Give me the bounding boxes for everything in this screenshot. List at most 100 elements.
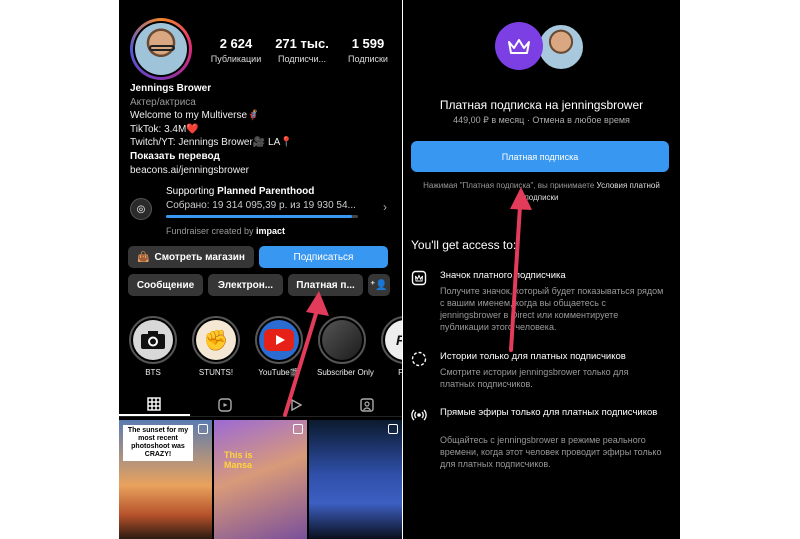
creator-avatar bbox=[537, 23, 585, 71]
fist-icon: ✊ bbox=[196, 320, 236, 360]
feature-description: Получите значок, который будет показыват… bbox=[440, 286, 664, 332]
posts-grid: The sunset for my most recent photoshoot… bbox=[119, 420, 402, 539]
stat-following[interactable]: 1 599 Подписки bbox=[335, 36, 401, 64]
tab-tagged[interactable] bbox=[331, 393, 402, 416]
reel-icon bbox=[388, 424, 398, 434]
paid-subscribe-button[interactable]: Платная подписка bbox=[411, 141, 669, 172]
reels-icon bbox=[218, 397, 232, 412]
stat-followers-count: 271 тыс. bbox=[275, 36, 329, 51]
post-thumbnail[interactable]: This is Mansa bbox=[214, 420, 307, 539]
view-shop-label: Смотреть магазин bbox=[154, 251, 245, 263]
highlight-youtube[interactable]: YouTube🎬 bbox=[254, 316, 304, 377]
post-thumbnail[interactable]: The sunset for my most recent photoshoot… bbox=[119, 420, 212, 539]
highlight-fan[interactable]: FA Fan bbox=[380, 316, 402, 377]
chevron-right-icon[interactable]: › bbox=[383, 200, 387, 214]
tab-reels[interactable] bbox=[190, 393, 261, 416]
subscription-terms: Нажимая "Платная подписка", вы принимает… bbox=[423, 180, 660, 204]
subscribe-button[interactable]: Подписаться bbox=[259, 246, 388, 268]
access-heading: You'll get access to: bbox=[411, 238, 517, 252]
stories-ring-icon bbox=[411, 351, 427, 367]
highlight-label: YouTube🎬 bbox=[258, 368, 300, 377]
subscribe-label: Подписаться bbox=[293, 251, 354, 263]
action-row-2: Сообщение Электрон... Платная п... ⁺👤 bbox=[128, 274, 390, 296]
bio-line: Welcome to my Multiverse🦸 bbox=[130, 110, 260, 122]
feature-description: Общайтесь с jenningsbrower в режиме реал… bbox=[440, 435, 662, 469]
profile-panel: 2 624 Публикации 271 тыс. Подписчи... 1 … bbox=[119, 0, 402, 539]
profile-bio: Jennings Brower Актер/актриса Welcome to… bbox=[130, 82, 293, 177]
fundraiser-title-prefix: Supporting bbox=[166, 186, 218, 197]
highlight-bts[interactable]: BTS bbox=[128, 316, 178, 377]
badge-icon bbox=[411, 270, 427, 286]
highlight-subscriber-only[interactable]: Subscriber Only bbox=[317, 316, 374, 377]
fundraiser-card[interactable]: ◎ Supporting Planned Parenthood Собрано:… bbox=[130, 186, 395, 226]
terms-text: Нажимая "Платная подписка", вы принимает… bbox=[423, 181, 597, 190]
paid-subscription-button[interactable]: Платная п... bbox=[288, 274, 363, 296]
email-label: Электрон... bbox=[217, 279, 274, 291]
highlight-stunts[interactable]: ✊ STUNTS! bbox=[191, 316, 241, 377]
highlight-label: Subscriber Only bbox=[317, 368, 374, 377]
message-label: Сообщение bbox=[136, 279, 195, 291]
youtube-icon bbox=[259, 320, 299, 360]
feature-title: Значок платного подписчика bbox=[440, 270, 566, 281]
add-person-icon: ⁺👤 bbox=[370, 279, 388, 291]
feature-title: Истории только для платных подписчиков bbox=[440, 351, 626, 362]
stat-followers-label: Подписчи... bbox=[277, 54, 327, 64]
stat-posts-count: 2 624 bbox=[219, 36, 253, 51]
tab-videos[interactable] bbox=[261, 393, 332, 416]
post-thumbnail[interactable] bbox=[309, 420, 402, 539]
camera-icon bbox=[133, 320, 173, 360]
stat-following-label: Подписки bbox=[348, 54, 388, 64]
subscription-title: Платная подписка на jenningsbrower bbox=[439, 98, 644, 112]
add-person-button[interactable]: ⁺👤 bbox=[368, 274, 390, 296]
bio-line: TikTok: 3.4M❤️ bbox=[130, 123, 199, 135]
post-caption: The sunset for my most recent photoshoot… bbox=[123, 425, 193, 461]
profile-tabs bbox=[119, 393, 402, 417]
tab-grid[interactable] bbox=[119, 393, 190, 416]
tagged-icon bbox=[359, 397, 374, 412]
grid-icon bbox=[147, 396, 162, 411]
stat-posts[interactable]: 2 624 Публикации bbox=[203, 36, 269, 64]
profile-avatar[interactable] bbox=[130, 18, 192, 80]
email-button[interactable]: Электрон... bbox=[208, 274, 283, 296]
fundraiser-progress-fill bbox=[166, 215, 353, 218]
fundraiser-creator: Fundraiser created by impact bbox=[166, 226, 285, 236]
highlight-label: BTS bbox=[145, 368, 161, 377]
feature-description: Смотрите истории jenningsbrower только д… bbox=[440, 367, 629, 389]
highlight-label: Fan bbox=[398, 368, 402, 377]
profile-category: Актер/актриса bbox=[130, 96, 196, 108]
profile-stats: 2 624 Публикации 271 тыс. Подписчи... 1 … bbox=[203, 36, 401, 64]
fundraiser-icon: ◎ bbox=[130, 198, 152, 220]
highlight-label: STUNTS! bbox=[198, 368, 234, 377]
reel-icon bbox=[198, 424, 208, 434]
fundraiser-raised: Собрано: 19 314 095,39 р. из 19 930 54..… bbox=[166, 200, 356, 211]
fundraiser-by-name: impact bbox=[256, 226, 286, 236]
feature-title: Прямые эфиры только для платных подписчи… bbox=[440, 407, 658, 418]
view-shop-button[interactable]: 👜 Смотреть магазин bbox=[128, 246, 254, 268]
action-row-1: 👜 Смотреть магазин Подписаться bbox=[128, 246, 388, 268]
profile-link[interactable]: beacons.ai/jenningsbrower bbox=[130, 164, 293, 178]
story-highlights: BTS ✊ STUNTS! YouTube🎬 Subscriber Only F… bbox=[128, 316, 402, 377]
post-caption: This is Mansa bbox=[224, 450, 253, 470]
paid-subscription-label: Платная п... bbox=[296, 279, 355, 291]
stat-posts-label: Публикации bbox=[210, 54, 262, 64]
fundraiser-progress bbox=[166, 215, 358, 218]
paid-subscribe-label: Платная подписка bbox=[501, 151, 579, 162]
reel-icon bbox=[293, 424, 303, 434]
subscriber-photo bbox=[322, 320, 362, 360]
fundraiser-by-prefix: Fundraiser created by bbox=[166, 226, 257, 236]
shopping-bag-icon: 👜 bbox=[137, 251, 150, 263]
subscription-price: 449,00 ₽ в месяц · Отмена в любое время bbox=[453, 115, 630, 125]
profile-name: Jennings Brower bbox=[130, 83, 212, 94]
stat-followers[interactable]: 271 тыс. Подписчи... bbox=[269, 36, 335, 64]
fan-logo: FA bbox=[385, 320, 402, 360]
stat-following-count: 1 599 bbox=[351, 36, 385, 51]
fundraiser-org: Planned Parenthood bbox=[217, 186, 315, 197]
bio-line: Twitch/YT: Jennings Brower🎥 LA📍 bbox=[130, 137, 293, 149]
play-icon bbox=[291, 398, 303, 411]
live-broadcast-icon bbox=[411, 409, 427, 421]
fundraiser-title: Supporting Planned Parenthood bbox=[166, 186, 314, 197]
message-button[interactable]: Сообщение bbox=[128, 274, 203, 296]
crown-icon bbox=[495, 22, 543, 70]
subscription-panel: Платная подписка на jenningsbrower 449,0… bbox=[403, 0, 680, 539]
show-translation-link[interactable]: Показать перевод bbox=[130, 150, 293, 164]
